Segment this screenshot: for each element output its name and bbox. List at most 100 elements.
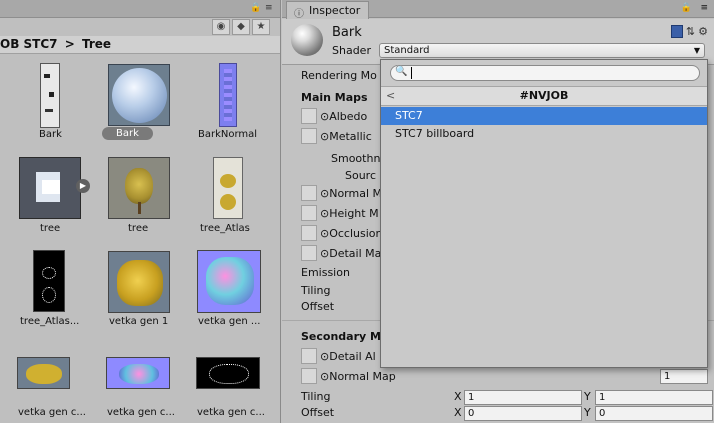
tree-mesh-thumb (108, 157, 170, 219)
detail-mask-text: Detail Ma (329, 247, 382, 260)
normal-map-2-label: ⊙Normal Map (320, 370, 396, 383)
smoothness-label: Smoothn (331, 152, 381, 165)
normal-map-label: ⊙Normal M (320, 187, 383, 200)
breadcrumb-parent[interactable]: OB STC7 (0, 36, 58, 53)
occlusion-label: ⊙Occlusion (320, 227, 383, 240)
asset-label: tree_Atlas (200, 223, 250, 234)
filter-by-type-icon[interactable]: ◉ (212, 19, 230, 35)
albedo-texture-slot[interactable] (301, 108, 317, 124)
asset-label: vetka gen ... (198, 316, 261, 327)
gear-icon[interactable]: ⚙ (698, 25, 708, 38)
back-arrow-icon[interactable]: < (386, 87, 395, 105)
height-map-text: Height M (329, 207, 379, 220)
tiling-2-label: Tiling (301, 390, 331, 403)
normal-map-2-scale-field[interactable]: 1 (660, 369, 708, 384)
offset-label: Offset (301, 300, 335, 313)
bark-texture-thumb (40, 63, 60, 128)
search-input[interactable]: 🔍 (390, 65, 700, 81)
detail-albedo-text: Detail Al (329, 350, 376, 363)
metallic-texture-slot[interactable] (301, 128, 317, 144)
help-book-icon[interactable] (670, 25, 683, 38)
filter-by-label-icon[interactable]: ◆ (232, 19, 250, 35)
offset-x-label: X (454, 406, 462, 419)
project-toolbar: ◉ ◆ ★ (212, 19, 270, 35)
breadcrumb: OB STC7 > Tree (0, 36, 280, 54)
info-icon: ⓘ (294, 9, 304, 20)
offset-y-field[interactable]: 0 (595, 406, 713, 421)
branch-thumb (108, 251, 170, 313)
shader-option-label: STC7 billboard (395, 127, 475, 140)
shader-option[interactable]: STC7 (381, 107, 707, 125)
project-panel: 🔒 ≡ ◉ ◆ ★ OB STC7 > Tree Bark Bark BarkN… (0, 0, 281, 423)
tiling-label: Tiling (301, 284, 331, 297)
branch-normal-thumb (197, 250, 261, 313)
atlas-thumb (213, 157, 243, 219)
asset-label: vetka gen c... (197, 407, 265, 418)
tiling-x-field[interactable]: 1 (464, 390, 582, 405)
offset-y-label: Y (584, 406, 591, 419)
albedo-text: Albedo (329, 110, 368, 123)
asset-label: vetka gen c... (107, 407, 175, 418)
atlas-alpha-thumb (33, 250, 65, 312)
detail-mask-texture-slot[interactable] (301, 245, 317, 261)
chevron-down-icon: ▼ (693, 46, 700, 55)
branch-thumb (17, 357, 70, 389)
popup-category-header: < #NVJOB (381, 86, 707, 106)
normal-map-texture-slot[interactable] (301, 185, 317, 201)
offset-2-label: Offset (301, 406, 335, 419)
project-tabstrip: 🔒 ≡ (0, 0, 280, 18)
material-name: Bark (332, 25, 362, 40)
lock-icon[interactable]: 🔒 (250, 3, 261, 13)
branch-normal-thumb (106, 357, 170, 389)
detail-mask-label: ⊙Detail Ma (320, 247, 382, 260)
tiling-x-label: X (454, 390, 462, 403)
favorite-star-icon[interactable]: ★ (252, 19, 270, 35)
breadcrumb-separator: > (64, 37, 75, 51)
offset-x-field[interactable]: 0 (464, 406, 582, 421)
tab-inspector[interactable]: ⓘ Inspector (286, 1, 370, 20)
height-map-texture-slot[interactable] (301, 205, 317, 221)
asset-label: vetka gen c... (18, 407, 86, 418)
shader-dropdown-value: Standard (384, 45, 430, 56)
normal-map-text: Normal M (329, 187, 383, 200)
emission-label: Emission (301, 266, 350, 279)
shader-dropdown[interactable]: Standard ▼ (379, 43, 705, 58)
asset-label: vetka gen 1 (109, 316, 169, 327)
detail-albedo-texture-slot[interactable] (301, 348, 317, 364)
tiling-y-field[interactable]: 1 (595, 390, 713, 405)
source-label: Sourc (345, 169, 377, 182)
material-sphere-thumb (108, 64, 170, 126)
normal-map-2-text: Normal Map (329, 370, 396, 383)
shader-label: Shader (332, 44, 371, 57)
normal-map-thumb (219, 63, 237, 127)
main-maps-heading: Main Maps (301, 91, 368, 104)
prefab-expand-icon[interactable]: ▶ (76, 179, 90, 193)
search-icon: 🔍 (395, 66, 408, 77)
asset-label: tree_Atlas... (20, 316, 80, 327)
albedo-label: ⊙Albedo (320, 110, 368, 123)
asset-label: tree (128, 223, 149, 234)
occlusion-texture-slot[interactable] (301, 225, 317, 241)
lock-icon[interactable]: 🔒 (681, 3, 692, 13)
branch-alpha-thumb (196, 357, 260, 389)
detail-albedo-label: ⊙Detail Al (320, 350, 376, 363)
prefab-thumb (19, 157, 81, 219)
text-caret (411, 67, 412, 79)
asset-label: BarkNormal (198, 129, 258, 140)
breadcrumb-current[interactable]: Tree (82, 36, 111, 53)
shader-option[interactable]: STC7 billboard (381, 125, 707, 143)
panel-menu-icon[interactable]: ≡ (265, 3, 273, 13)
height-map-label: ⊙Height M (320, 207, 379, 220)
metallic-text: Metallic (329, 130, 372, 143)
occlusion-text: Occlusion (329, 227, 383, 240)
rendering-mode-label: Rendering Mo (301, 69, 377, 82)
header-icons: ⇅ ⚙ (670, 25, 708, 38)
preset-icon[interactable]: ⇅ (686, 25, 695, 38)
secondary-maps-heading: Secondary M (301, 330, 381, 343)
panel-menu-icon[interactable]: ≡ (700, 3, 708, 13)
asset-label: Bark (39, 129, 62, 140)
category-title: #NVJOB (519, 89, 569, 102)
normal-map-2-texture-slot[interactable] (301, 368, 317, 384)
shader-popup: 🔍 < #NVJOB STC7 STC7 billboard (380, 59, 708, 368)
asset-label: Bark (102, 127, 153, 140)
